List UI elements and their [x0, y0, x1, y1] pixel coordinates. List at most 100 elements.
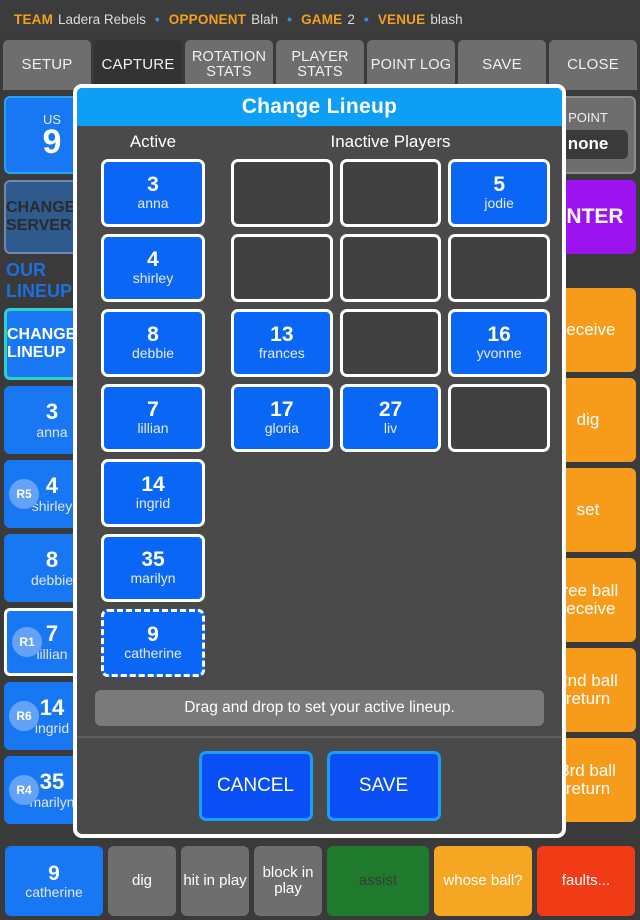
active-column: Active 3 anna 4 shirley 8 debbie 7 lillian 14 ing…: [89, 132, 217, 684]
active-slot-anna[interactable]: 3 anna: [101, 158, 205, 227]
slot-name: gloria: [264, 420, 299, 437]
dialog-body: Active 3 anna 4 shirley 8 debbie 7 lillian 14 ing…: [77, 125, 562, 684]
action-2nd-ball-return[interactable]: 2nd ball return: [540, 648, 636, 732]
cancel-button[interactable]: CANCEL: [198, 750, 313, 821]
lineup-player-lillian[interactable]: R1 7 lillian: [4, 608, 100, 676]
dialog-title: Change Lineup: [77, 88, 562, 126]
header-label: GAME: [301, 11, 343, 27]
rotation-badge: R1: [12, 627, 42, 657]
tab-setup[interactable]: SETUP: [3, 40, 91, 90]
lineup-player-shirley[interactable]: R5 4 shirley: [4, 460, 100, 528]
tab-close[interactable]: CLOSE: [549, 40, 637, 90]
main-tabbar[interactable]: SETUP CAPTURE ROTATION STATS PLAYER STATS PO…: [0, 40, 640, 90]
player-number: 35: [39, 768, 65, 794]
active-slot-ingrid[interactable]: 14 ingrid: [101, 458, 205, 527]
left-sidebar: US 9 CHANGE SERVER OUR LINEUP CHANGE LIN…: [4, 96, 100, 830]
active-slot-lillian[interactable]: 7 lillian: [101, 383, 205, 452]
slot-name: yvonne: [476, 345, 522, 362]
tab-point-log[interactable]: POINT LOG: [367, 40, 455, 90]
tab-player-stats[interactable]: PLAYER STATS: [276, 40, 364, 90]
inactive-slot-empty[interactable]: [448, 383, 550, 452]
header-value: Ladera Rebels: [58, 11, 146, 27]
lineup-player-marilyn[interactable]: R4 35 marilyn: [4, 756, 100, 824]
inactive-slot-empty[interactable]: [448, 233, 550, 302]
inactive-slot-yvonne[interactable]: 16 yvonne: [448, 308, 550, 377]
dialog-footer: CANCEL SAVE: [77, 735, 562, 834]
slot-name: frances: [258, 345, 305, 362]
active-slot-catherine[interactable]: 9 catherine: [101, 608, 205, 677]
selected-player-chip[interactable]: 9 catherine: [5, 846, 103, 916]
header-label: TEAM: [14, 11, 54, 27]
bottom-button-block-in-play[interactable]: block in play: [254, 846, 322, 916]
change-lineup-button[interactable]: CHANGE LINEUP: [4, 308, 100, 380]
slot-name: anna: [137, 195, 169, 212]
slot-number: 4: [147, 248, 159, 272]
slot-number: 5: [493, 173, 505, 197]
tab-rotation-stats[interactable]: ROTATION STATS: [185, 40, 273, 90]
slot-number: 9: [147, 623, 159, 647]
action-dig[interactable]: dig: [540, 378, 636, 462]
inactive-slot-jodie[interactable]: 5 jodie: [448, 158, 550, 227]
player-name: shirley: [31, 497, 73, 514]
inactive-slot-frances[interactable]: 13 frances: [231, 308, 333, 377]
slot-number: 27: [378, 398, 403, 422]
header-separator: •: [363, 11, 369, 27]
dialog-hint-wrap: Drag and drop to set your active lineup.: [77, 683, 562, 736]
active-slot-debbie[interactable]: 8 debbie: [101, 308, 205, 377]
slot-name: shirley: [132, 270, 174, 287]
active-slot-shirley[interactable]: 4 shirley: [101, 233, 205, 302]
point-label: POINT: [568, 110, 608, 126]
lineup-player-list: 3 anna R5 4 shirley 8 debbie R1 7 lillian R6 14 ingr…: [4, 386, 100, 824]
player-number: 8: [45, 546, 59, 572]
inactive-slot-liv[interactable]: 27 liv: [339, 383, 442, 452]
inactive-slot-gloria[interactable]: 17 gloria: [231, 383, 333, 452]
tab-save[interactable]: SAVE: [458, 40, 546, 90]
lineup-player-debbie[interactable]: 8 debbie: [4, 534, 100, 602]
action-3rd-ball-return[interactable]: 3rd ball return: [540, 738, 636, 822]
inactive-slot-empty[interactable]: [339, 308, 442, 377]
our-score-box[interactable]: US 9: [4, 96, 100, 174]
slot-name: jodie: [484, 195, 514, 212]
inactive-slot-empty[interactable]: [231, 233, 333, 302]
bottom-button-hit-in-play[interactable]: hit in play: [181, 846, 249, 916]
lineup-player-ingrid[interactable]: R6 14 ingrid: [4, 682, 100, 750]
bottom-button-dig[interactable]: dig: [108, 846, 176, 916]
inactive-column: Inactive Players 5 jodie 13 frances 16 yvonne…: [217, 132, 550, 684]
slot-number: 3: [147, 173, 159, 197]
action-free-ball-receive[interactable]: free ball receive: [540, 558, 636, 642]
slot-name: catherine: [124, 645, 182, 662]
slot-number: 14: [141, 473, 165, 497]
player-name: debbie: [30, 571, 74, 588]
slot-name: lillian: [137, 420, 169, 437]
inactive-slot-empty[interactable]: [339, 233, 442, 302]
lineup-player-anna[interactable]: 3 anna: [4, 386, 100, 454]
active-slot-marilyn[interactable]: 35 marilyn: [101, 533, 205, 602]
change-lineup-dialog: Change Lineup Active 3 anna 4 shirley 8 debbi…: [73, 84, 566, 838]
action-receive[interactable]: receive: [540, 288, 636, 372]
player-number: 14: [39, 694, 65, 720]
save-button[interactable]: SAVE: [326, 750, 441, 821]
slot-number: 17: [270, 398, 294, 422]
enter-button[interactable]: ENTER: [540, 180, 636, 254]
tab-capture[interactable]: CAPTURE: [94, 40, 182, 90]
header-label: VENUE: [377, 11, 426, 27]
player-name: anna: [36, 423, 68, 440]
action-set[interactable]: set: [540, 468, 636, 552]
active-slot-list: 3 anna 4 shirley 8 debbie 7 lillian 14 ingrid 35 ma…: [89, 158, 217, 677]
match-info-header: TEAM Ladera Rebels • OPPONENT Blah • GAME 2 • VEN…: [0, 0, 640, 38]
bottom-button-faults[interactable]: faults...: [537, 846, 635, 916]
inactive-slot-empty[interactable]: [231, 158, 333, 227]
action-button-list: receive dig set free ball receive 2nd ball r…: [540, 288, 636, 822]
slot-name: liv: [383, 420, 398, 437]
inactive-slot-empty[interactable]: [339, 158, 442, 227]
bottom-button-whose-ball[interactable]: whose ball?: [434, 846, 532, 916]
inactive-slot-grid: 5 jodie 13 frances 16 yvonne 17 gloria 27 liv: [231, 158, 550, 452]
slot-number: 16: [487, 323, 511, 347]
bottom-button-assist[interactable]: assist: [327, 846, 429, 916]
player-number: 4: [45, 472, 59, 498]
bottom-action-bar: 9 catherine dig hit in play block in play a…: [0, 846, 640, 916]
inactive-column-heading: Inactive Players: [330, 131, 451, 151]
header-label: OPPONENT: [168, 11, 247, 27]
change-server-button[interactable]: CHANGE SERVER: [4, 180, 100, 254]
our-lineup-heading: OUR LINEUP: [6, 260, 73, 301]
